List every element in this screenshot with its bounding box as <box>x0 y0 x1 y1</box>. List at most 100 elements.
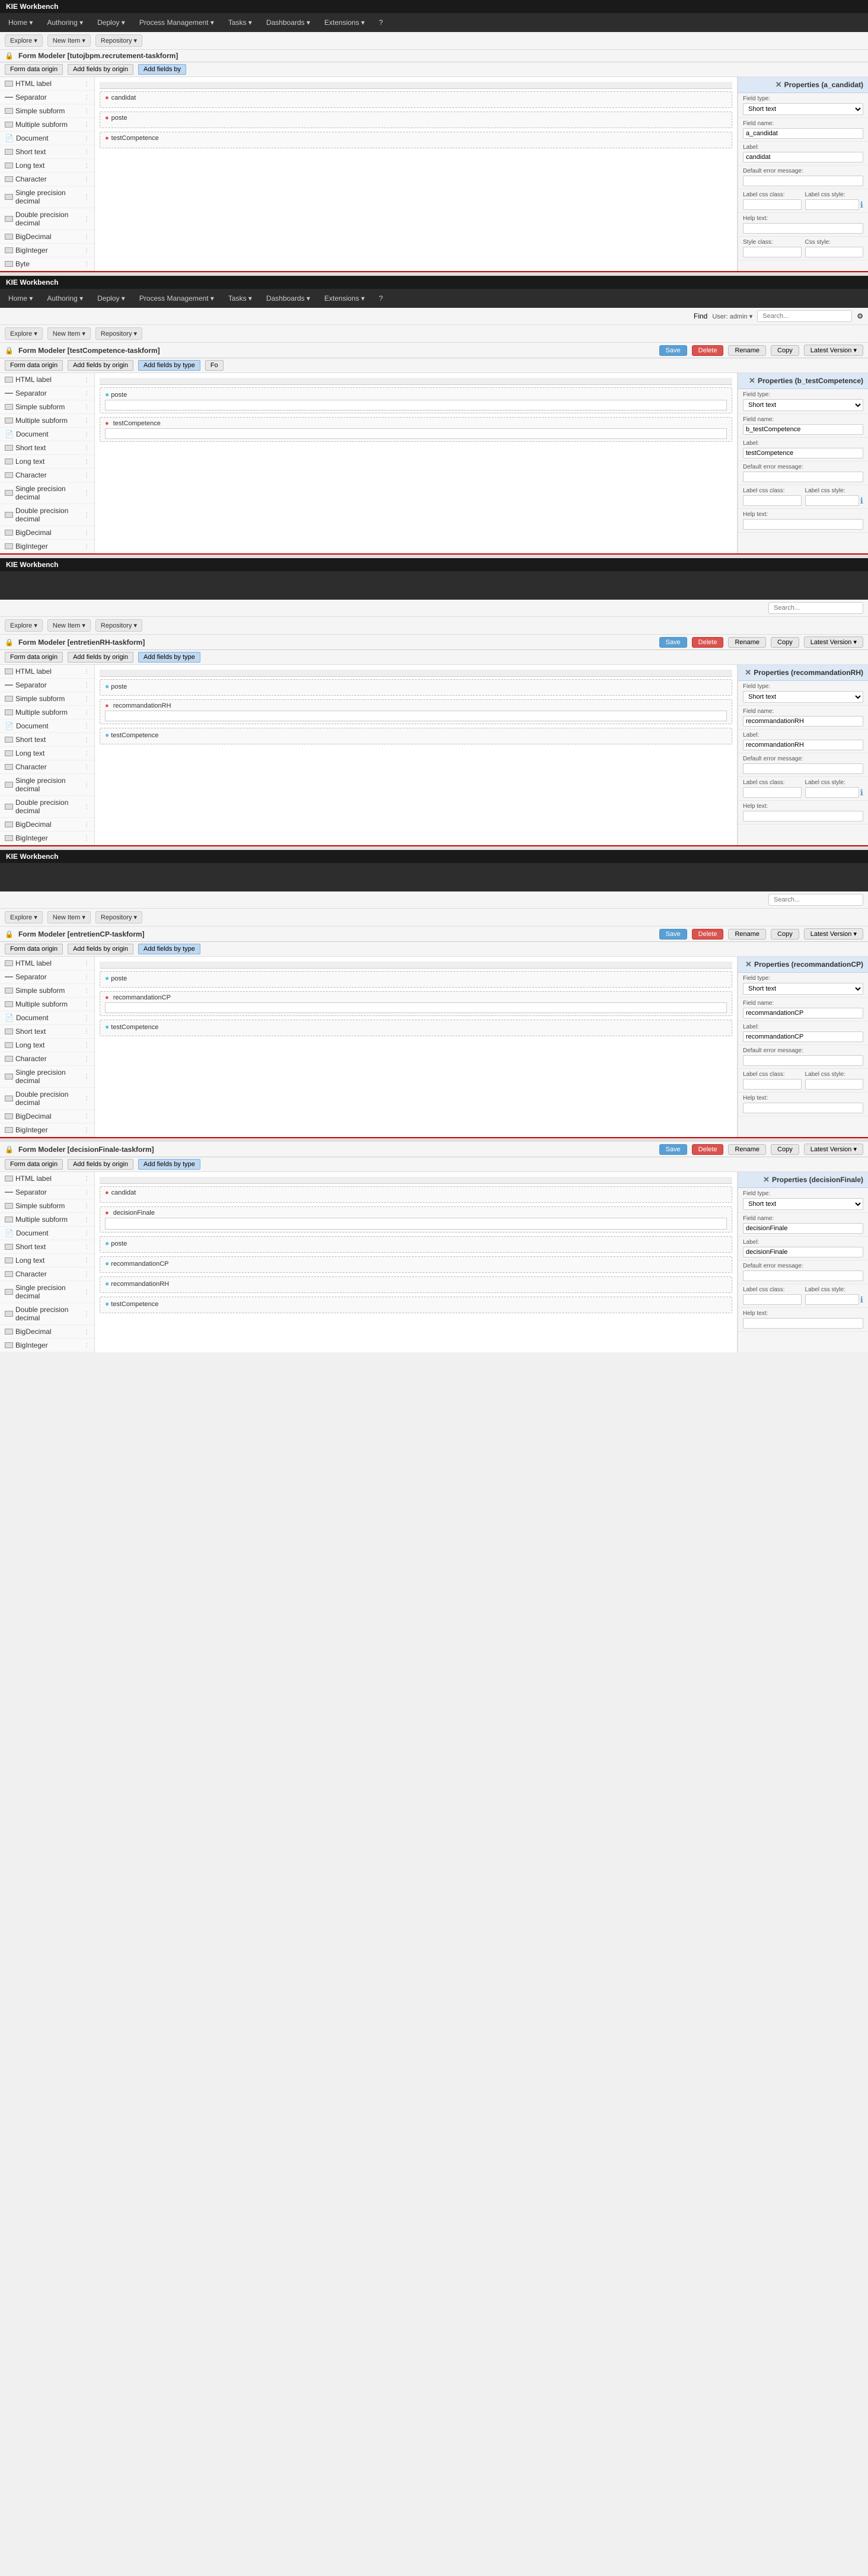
palette-separator-2[interactable]: Separator ⋮ <box>0 387 94 400</box>
field-type-select-4[interactable]: Short text <box>743 983 863 995</box>
label-css-style-input-4[interactable] <box>805 1079 864 1090</box>
tab-fo-2[interactable]: Fo <box>205 360 224 371</box>
tab-form-data-origin-4[interactable]: Form data origin <box>5 944 63 954</box>
palette-single-decimal-4[interactable]: Single precision decimal ⋮ <box>0 1066 94 1088</box>
field-test-competence-4[interactable]: ● testCompetence <box>100 1020 732 1036</box>
palette-biginteger-5[interactable]: BigInteger ⋮ <box>0 1339 94 1352</box>
tab-add-fields-origin-2[interactable]: Add fields by origin <box>68 360 133 371</box>
tab-add-fields-origin-1[interactable]: Add fields by origin <box>68 64 133 75</box>
palette-simple-subform-4[interactable]: Simple subform ⋮ <box>0 984 94 998</box>
help-text-input-2[interactable] <box>743 519 863 530</box>
palette-double-decimal-5[interactable]: Double precision decimal ⋮ <box>0 1303 94 1325</box>
field-candidat-5[interactable]: candidat <box>100 1186 732 1203</box>
search-input-3[interactable] <box>768 602 863 614</box>
field-poste-3[interactable]: ● poste <box>100 679 732 696</box>
save-btn-3[interactable]: Save <box>659 637 687 648</box>
label-css-class-input-1[interactable] <box>743 199 802 210</box>
info-icon-1[interactable]: ℹ <box>860 200 863 210</box>
latest-btn-3[interactable]: Latest Version ▾ <box>804 636 863 648</box>
palette-single-decimal-3[interactable]: Single precision decimal ⋮ <box>0 774 94 796</box>
palette-short-text-2[interactable]: Short text ⋮ <box>0 441 94 455</box>
latest-btn-4[interactable]: Latest Version ▾ <box>804 928 863 940</box>
palette-biginteger-4[interactable]: BigInteger ⋮ <box>0 1123 94 1137</box>
palette-html-label-5[interactable]: HTML label ⋮ <box>0 1172 94 1186</box>
search-input-4[interactable] <box>768 894 863 906</box>
nav-extensions-1[interactable]: Extensions ▾ <box>322 18 367 27</box>
palette-long-text-1[interactable]: Long text ⋮ <box>0 159 94 173</box>
label-css-style-input-5[interactable] <box>805 1294 859 1305</box>
field-poste-4[interactable]: ● poste <box>100 971 732 988</box>
field-candidat-1[interactable]: candidat <box>100 91 732 108</box>
palette-biginteger-2[interactable]: BigInteger ⋮ <box>0 540 94 553</box>
nav-deploy-2[interactable]: Deploy ▾ <box>95 294 127 303</box>
palette-short-text-3[interactable]: Short text ⋮ <box>0 733 94 747</box>
palette-double-decimal-3[interactable]: Double precision decimal ⋮ <box>0 796 94 818</box>
palette-separator-3[interactable]: Separator ⋮ <box>0 679 94 692</box>
label-css-style-input-2[interactable] <box>805 495 859 506</box>
css-style-input-1[interactable] <box>805 247 864 257</box>
field-poste-5[interactable]: ● poste <box>100 1236 732 1253</box>
save-btn-4[interactable]: Save <box>659 929 687 940</box>
help-text-input-4[interactable] <box>743 1103 863 1113</box>
label-css-class-input-2[interactable] <box>743 495 802 506</box>
copy-btn-3[interactable]: Copy <box>771 637 799 648</box>
palette-short-text-5[interactable]: Short text ⋮ <box>0 1240 94 1254</box>
palette-double-decimal-1[interactable]: Double precision decimal ⋮ <box>0 208 94 230</box>
palette-character-4[interactable]: Character ⋮ <box>0 1052 94 1066</box>
close-x-3[interactable]: ✕ <box>745 668 751 677</box>
palette-bigdecimal-3[interactable]: BigDecimal ⋮ <box>0 818 94 832</box>
rename-btn-2[interactable]: Rename <box>728 345 766 356</box>
new-item-btn-2[interactable]: New Item ▾ <box>47 327 91 340</box>
tab-form-data-origin-1[interactable]: Form data origin <box>5 64 63 75</box>
palette-separator-1[interactable]: Separator ⋮ <box>0 91 94 104</box>
palette-long-text-5[interactable]: Long text ⋮ <box>0 1254 94 1268</box>
nav-help-2[interactable]: ? <box>376 294 385 303</box>
palette-character-2[interactable]: Character ⋮ <box>0 469 94 482</box>
field-recommandation-rh-5[interactable]: ● recommandationRH <box>100 1276 732 1293</box>
palette-multiple-subform-5[interactable]: Multiple subform ⋮ <box>0 1213 94 1227</box>
nav-home-2[interactable]: Home ▾ <box>6 294 35 303</box>
field-poste-2[interactable]: ● poste <box>100 387 732 413</box>
tab-form-data-origin-5[interactable]: Form data origin <box>5 1159 63 1170</box>
default-error-input-2[interactable] <box>743 472 863 482</box>
default-error-input-3[interactable] <box>743 763 863 774</box>
palette-multiple-subform-4[interactable]: Multiple subform ⋮ <box>0 998 94 1011</box>
rename-btn-4[interactable]: Rename <box>728 929 766 940</box>
poste-input-2[interactable] <box>105 400 727 410</box>
nav-dashboards-2[interactable]: Dashboards ▾ <box>264 294 312 303</box>
explore-btn-4[interactable]: Explore ▾ <box>5 911 43 924</box>
field-name-input-3[interactable] <box>743 716 863 727</box>
nav-process-1[interactable]: Process Management ▾ <box>137 18 216 27</box>
palette-bigdecimal-2[interactable]: BigDecimal ⋮ <box>0 526 94 540</box>
tab-add-fields-origin-5[interactable]: Add fields by origin <box>68 1159 133 1170</box>
label-input-5[interactable] <box>743 1247 863 1257</box>
palette-single-decimal-1[interactable]: Single precision decimal ⋮ <box>0 186 94 208</box>
repository-btn-4[interactable]: Repository ▾ <box>95 911 142 924</box>
close-x-2[interactable]: ✕ <box>749 376 755 386</box>
field-poste-1[interactable]: poste <box>100 112 732 128</box>
save-btn-2[interactable]: Save <box>659 345 687 356</box>
palette-document-2[interactable]: 📄 Document ⋮ <box>0 428 94 441</box>
save-btn-5[interactable]: Save <box>659 1144 687 1155</box>
palette-biginteger-1[interactable]: BigInteger ⋮ <box>0 244 94 257</box>
palette-separator-5[interactable]: Separator ⋮ <box>0 1186 94 1199</box>
field-test-competence-3[interactable]: ● testCompetence <box>100 728 732 744</box>
field-recommandation-rh-3[interactable]: recommandationRH <box>100 699 732 724</box>
delete-btn-3[interactable]: Delete <box>692 637 724 648</box>
label-input-2[interactable] <box>743 448 863 458</box>
label-css-class-input-4[interactable] <box>743 1079 802 1090</box>
palette-document-3[interactable]: 📄 Document ⋮ <box>0 719 94 733</box>
palette-double-decimal-2[interactable]: Double precision decimal ⋮ <box>0 504 94 526</box>
palette-bigdecimal-1[interactable]: BigDecimal ⋮ <box>0 230 94 244</box>
decision-finale-box-5[interactable] <box>105 1218 727 1230</box>
field-name-input-5[interactable] <box>743 1223 863 1234</box>
label-css-class-input-3[interactable] <box>743 787 802 798</box>
palette-byte-1[interactable]: Byte ⋮ <box>0 257 94 271</box>
tab-form-data-origin-2[interactable]: Form data origin <box>5 360 63 371</box>
palette-biginteger-3[interactable]: BigInteger ⋮ <box>0 832 94 845</box>
help-text-input-1[interactable] <box>743 223 863 234</box>
palette-html-label-4[interactable]: HTML label ⋮ <box>0 957 94 970</box>
palette-bigdecimal-5[interactable]: BigDecimal ⋮ <box>0 1325 94 1339</box>
close-x-5[interactable]: ✕ <box>763 1175 770 1184</box>
delete-btn-4[interactable]: Delete <box>692 929 724 940</box>
